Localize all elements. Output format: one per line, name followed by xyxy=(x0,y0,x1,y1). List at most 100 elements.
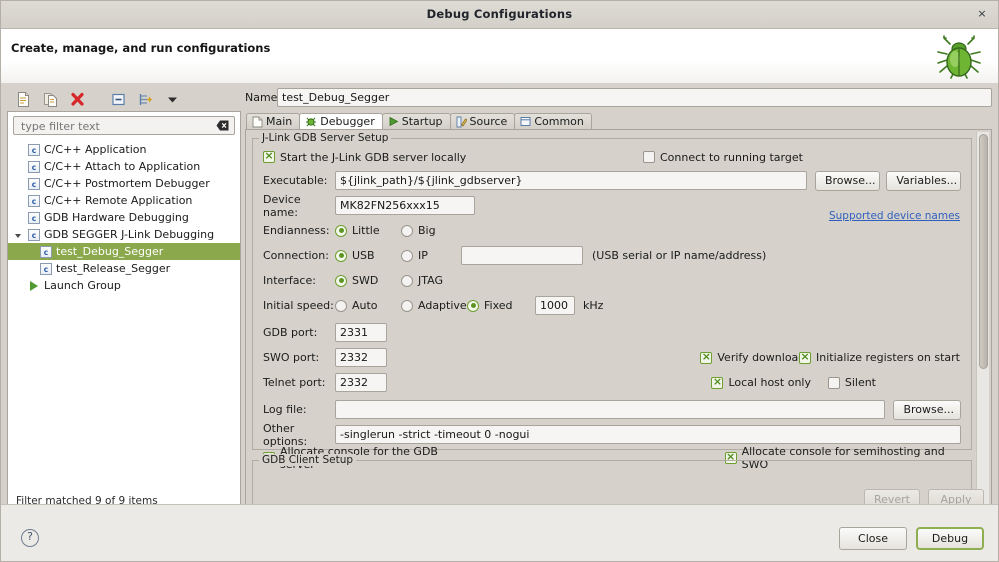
name-input[interactable] xyxy=(277,88,992,107)
radio-dot[interactable] xyxy=(467,300,479,312)
document-icon xyxy=(252,116,263,128)
connection-address-input[interactable] xyxy=(461,246,583,265)
endianness-row: Endianness: Little Big xyxy=(263,220,961,241)
clear-filter-icon[interactable] xyxy=(216,120,229,131)
radio-dot[interactable] xyxy=(335,275,347,287)
radio-dot[interactable] xyxy=(335,300,347,312)
tab-label: Main xyxy=(266,115,292,128)
new-configuration-icon[interactable] xyxy=(15,91,32,108)
help-icon[interactable]: ? xyxy=(21,529,39,547)
tree-item[interactable]: c C/C++ Postmortem Debugger xyxy=(8,175,240,192)
view-menu-arrow-icon[interactable] xyxy=(164,91,181,108)
initialize-registers-checkbox[interactable]: Initialize registers on start xyxy=(799,351,960,364)
log-file-input[interactable] xyxy=(335,400,885,419)
close-icon[interactable]: × xyxy=(975,7,989,21)
executable-browse-button[interactable]: Browse... xyxy=(815,171,880,191)
device-name-label: Device name: xyxy=(263,193,335,219)
executable-variables-button[interactable]: Variables... xyxy=(886,171,961,191)
connection-usb-radio[interactable]: USB xyxy=(335,249,401,262)
initial-speed-auto-radio[interactable]: Auto xyxy=(335,299,401,312)
connect-running-target-checkbox[interactable]: Connect to running target xyxy=(643,151,803,164)
collapse-all-icon[interactable] xyxy=(110,91,127,108)
initial-speed-value-input[interactable] xyxy=(535,296,575,315)
c-config-icon: c xyxy=(40,246,52,258)
device-name-input[interactable] xyxy=(335,196,475,215)
telnet-port-row: Telnet port: Local host only Silent xyxy=(263,372,961,393)
tree-item[interactable]: c C/C++ Application xyxy=(8,141,240,158)
close-button[interactable]: Close xyxy=(839,527,907,550)
configurations-pane: c C/C++ Application c C/C++ Attach to Ap… xyxy=(7,87,241,515)
connection-ip-radio[interactable]: IP xyxy=(401,249,461,262)
tree-item[interactable]: c C/C++ Remote Application xyxy=(8,192,240,209)
title-bar: Debug Configurations × xyxy=(1,1,998,29)
tab-label: Common xyxy=(534,115,584,128)
local-host-only-checkbox[interactable]: Local host only xyxy=(711,376,811,389)
tab-debugger[interactable]: Debugger xyxy=(299,113,382,129)
tab-common[interactable]: Common xyxy=(514,113,592,129)
endianness-big-radio[interactable]: Big xyxy=(401,224,436,237)
log-file-browse-button[interactable]: Browse... xyxy=(893,400,961,420)
interface-jtag-radio[interactable]: JTAG xyxy=(401,274,443,287)
tree-item-label: GDB SEGGER J-Link Debugging xyxy=(44,228,214,241)
debugger-gear-icon xyxy=(305,116,317,128)
panel-scrollbar-thumb[interactable] xyxy=(979,134,988,369)
radio-label: SWD xyxy=(352,274,378,287)
checkbox-box[interactable] xyxy=(828,377,840,389)
tab-startup[interactable]: Startup xyxy=(382,113,451,129)
radio-dot[interactable] xyxy=(401,275,413,287)
c-config-icon: c xyxy=(28,144,40,156)
tree-item-test-debug-segger[interactable]: c test_Debug_Segger xyxy=(8,243,240,260)
log-file-row: Log file: Browse... xyxy=(263,399,961,420)
checkbox-box[interactable] xyxy=(700,352,712,364)
start-server-label: Start the J-Link GDB server locally xyxy=(280,151,466,164)
duplicate-configuration-icon[interactable] xyxy=(42,91,59,108)
gdb-port-input[interactable] xyxy=(335,323,387,342)
checkbox-box[interactable] xyxy=(711,377,723,389)
radio-label: Adaptive xyxy=(418,299,467,312)
executable-input[interactable] xyxy=(335,171,807,190)
panel-scrollbar[interactable] xyxy=(976,132,989,512)
start-server-checkbox[interactable]: Start the J-Link GDB server locally xyxy=(263,151,583,164)
gdb-port-row: GDB port: xyxy=(263,322,961,343)
radio-dot[interactable] xyxy=(401,225,413,237)
tab-source[interactable]: Source xyxy=(450,113,516,129)
filter-icon[interactable] xyxy=(137,91,154,108)
radio-dot[interactable] xyxy=(335,250,347,262)
filter-input[interactable] xyxy=(19,118,203,135)
interface-swd-radio[interactable]: SWD xyxy=(335,274,401,287)
delete-configuration-icon[interactable] xyxy=(69,91,86,108)
dialog-header: Create, manage, and run configurations xyxy=(1,29,998,84)
telnet-port-input[interactable] xyxy=(335,373,387,392)
tab-main[interactable]: Main xyxy=(246,113,300,129)
debug-button[interactable]: Debug xyxy=(916,527,984,550)
radio-dot[interactable] xyxy=(335,225,347,237)
checkbox-box[interactable] xyxy=(643,151,655,163)
radio-dot[interactable] xyxy=(401,250,413,262)
radio-label: USB xyxy=(352,249,375,262)
tree-item[interactable]: c GDB Hardware Debugging xyxy=(8,209,240,226)
endianness-little-radio[interactable]: Little xyxy=(335,224,401,237)
tree-item-label: Launch Group xyxy=(44,279,121,292)
configurations-tree[interactable]: c C/C++ Application c C/C++ Attach to Ap… xyxy=(8,141,240,294)
interface-row: Interface: SWD JTAG xyxy=(263,270,961,291)
silent-checkbox[interactable]: Silent xyxy=(828,376,876,389)
tree-item-launch-group[interactable]: Launch Group xyxy=(8,277,240,294)
expand-twisty-icon[interactable] xyxy=(15,234,21,238)
c-config-icon: c xyxy=(28,178,40,190)
c-config-icon: c xyxy=(28,212,40,224)
initial-speed-adaptive-radio[interactable]: Adaptive xyxy=(401,299,467,312)
checkbox-box[interactable] xyxy=(799,352,811,364)
run-arrow-icon xyxy=(388,116,399,127)
tree-item-segger-group[interactable]: c GDB SEGGER J-Link Debugging xyxy=(8,226,240,243)
radio-dot[interactable] xyxy=(401,300,413,312)
verify-downloads-checkbox[interactable]: Verify downloads xyxy=(700,351,811,364)
other-options-input[interactable] xyxy=(335,425,961,444)
initial-speed-fixed-radio[interactable]: Fixed xyxy=(467,299,535,312)
tree-item[interactable]: c C/C++ Attach to Application xyxy=(8,158,240,175)
checkbox-box[interactable] xyxy=(263,151,275,163)
filter-input-wrapper[interactable] xyxy=(13,116,235,135)
name-label: Name: xyxy=(245,91,277,104)
tree-item-test-release-segger[interactable]: c test_Release_Segger xyxy=(8,260,240,277)
swo-port-input[interactable] xyxy=(335,348,387,367)
connection-label: Connection: xyxy=(263,249,335,262)
